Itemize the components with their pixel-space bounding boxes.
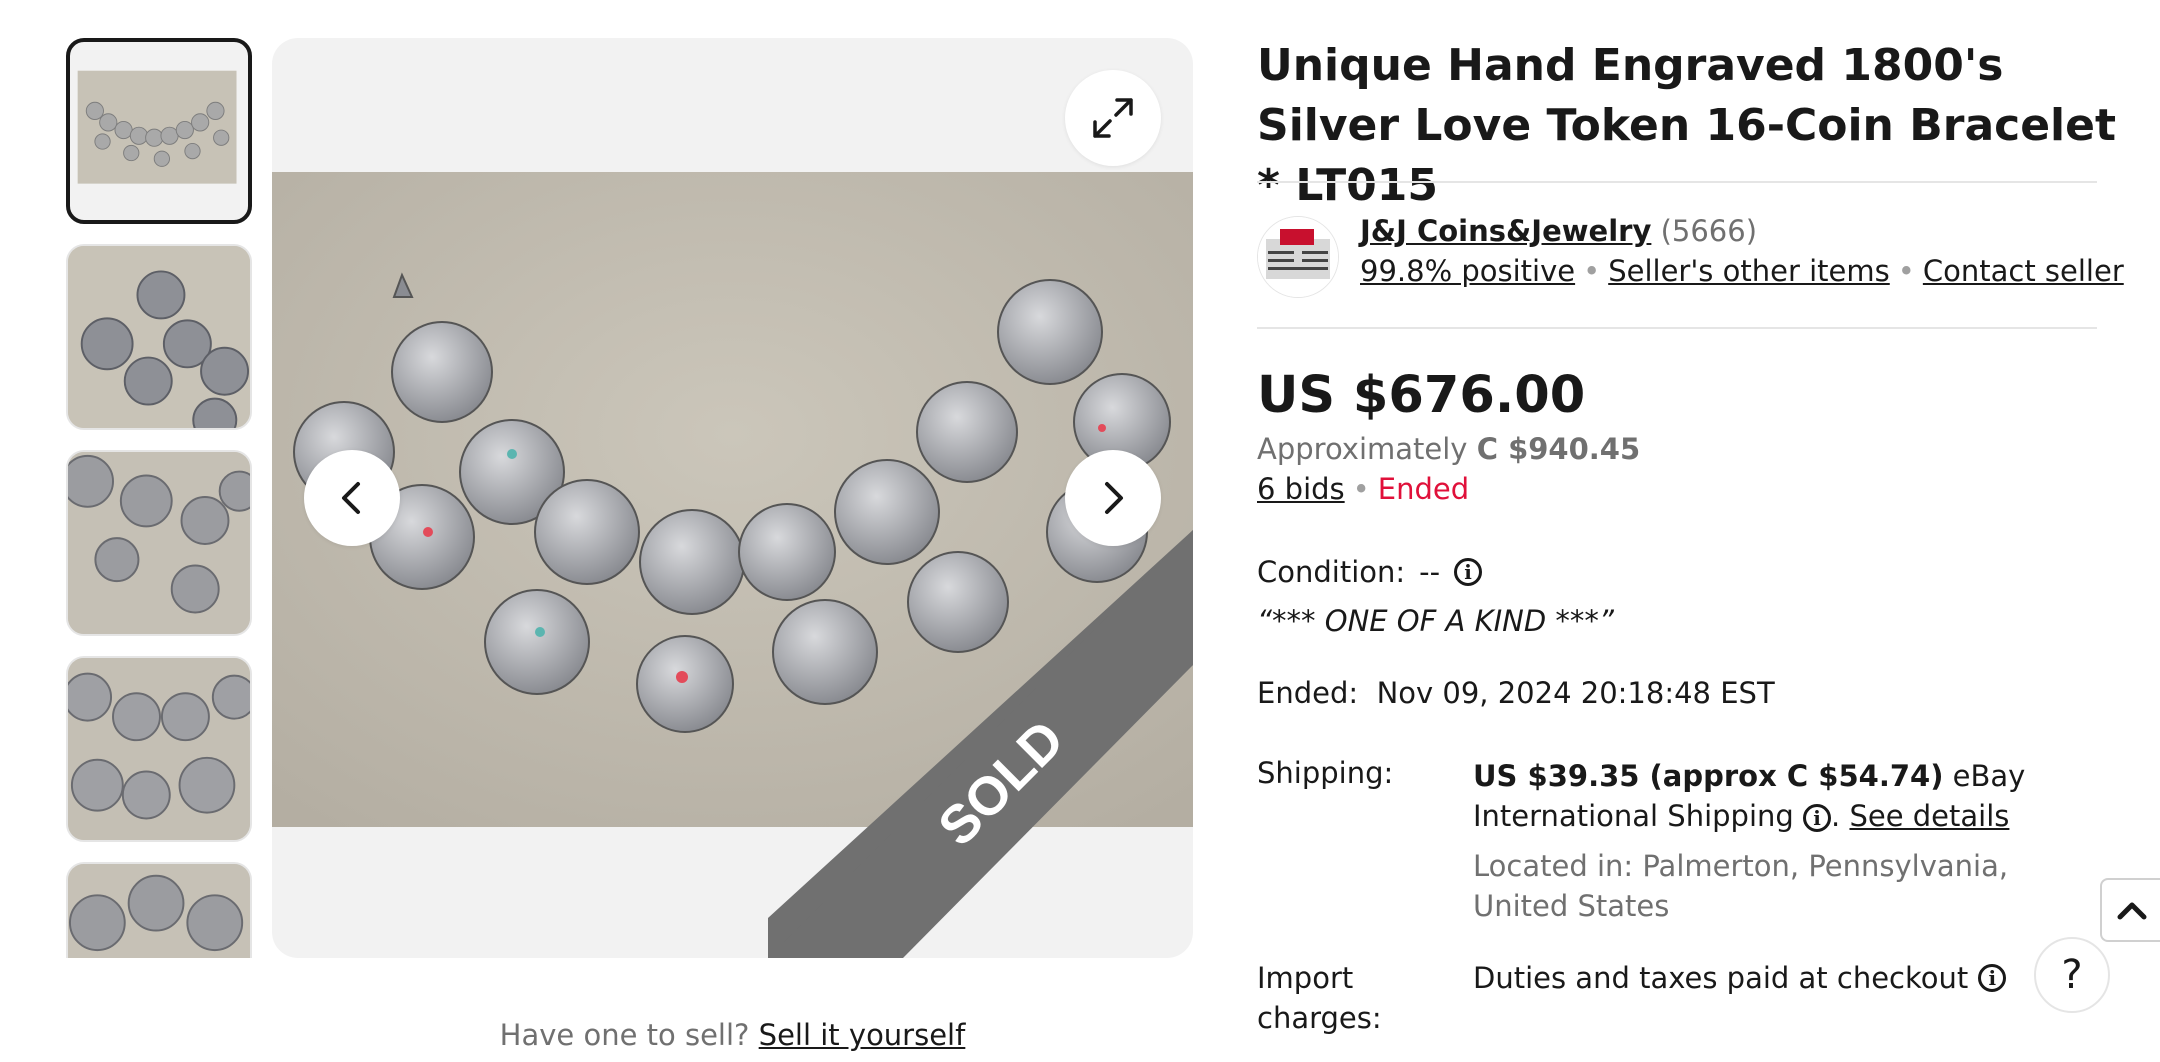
info-icon[interactable]: i xyxy=(1978,964,2007,992)
help-icon: ? xyxy=(2061,952,2083,998)
expand-button[interactable] xyxy=(1065,70,1161,166)
seller-name-link[interactable]: J&J Coins&Jewelry xyxy=(1360,214,1651,248)
seller-links-row: 99.8% positive • Seller's other items • Cont… xyxy=(1360,254,2124,288)
shipping-value: US $39.35 (approx C $54.74) eBay Interna… xyxy=(1473,759,2026,833)
separator-dot: • xyxy=(1352,472,1370,506)
import-charges-label-text: Import charges: xyxy=(1257,961,1382,1035)
divider xyxy=(1257,327,2097,329)
import-charges-text: Duties and taxes paid at checkout xyxy=(1473,961,1969,995)
main-product-image xyxy=(272,172,1193,827)
auction-status: Ended xyxy=(1377,472,1470,506)
shipping-price: US $39.35 (approx C $54.74) xyxy=(1473,759,1944,793)
condition-label: Condition: xyxy=(1257,555,1406,589)
approx-value: C $940.45 xyxy=(1476,432,1641,466)
sell-prompt-text: Have one to sell? xyxy=(499,1018,750,1052)
info-icon[interactable]: i xyxy=(1454,558,1483,586)
thumbnail-3[interactable] xyxy=(66,450,252,636)
condition-value: -- xyxy=(1419,555,1441,589)
chevron-left-icon xyxy=(342,482,360,514)
import-charges-label: Import charges: xyxy=(1257,958,1397,1038)
thumbnail-5[interactable] xyxy=(66,862,252,958)
price-main: US $676.00 xyxy=(1257,366,1586,425)
divider xyxy=(1257,181,2097,183)
seller-positive-link[interactable]: 99.8% positive xyxy=(1360,254,1575,288)
condition-row: Condition: -- i xyxy=(1257,555,1483,589)
price-approx: Approximately C $940.45 xyxy=(1257,432,1640,466)
bids-link[interactable]: 6 bids xyxy=(1257,472,1345,506)
ended-value: Nov 09, 2024 20:18:48 EST xyxy=(1376,676,1775,710)
sell-it-yourself-link[interactable]: Sell it yourself xyxy=(759,1018,966,1052)
seller-feedback-count: (5666) xyxy=(1660,214,1758,248)
contact-seller-link[interactable]: Contact seller xyxy=(1923,254,2124,288)
thumbnail-4[interactable] xyxy=(66,656,252,842)
help-button[interactable]: ? xyxy=(2034,937,2110,1013)
thumbnail-2[interactable] xyxy=(66,244,252,430)
see-details-link[interactable]: See details xyxy=(1849,799,2009,833)
expand-icon xyxy=(1093,98,1133,138)
ended-label: Ended: xyxy=(1257,676,1359,710)
item-location: Located in: Palmerton, Pennsylvania, Uni… xyxy=(1473,849,2009,923)
thumbnail-strip xyxy=(64,38,256,958)
seller-other-items-link[interactable]: Seller's other items xyxy=(1608,254,1890,288)
next-image-button[interactable] xyxy=(1065,450,1161,546)
separator-dot: • xyxy=(1583,254,1601,288)
seller-name-row: J&J Coins&Jewelry (5666) xyxy=(1360,214,1757,248)
approx-label: Approximately xyxy=(1257,432,1468,466)
chevron-up-icon xyxy=(2117,902,2147,920)
sell-prompt: Have one to sell? Sell it yourself xyxy=(272,1018,1193,1052)
previous-image-button[interactable] xyxy=(304,450,400,546)
thumbnail-1[interactable] xyxy=(66,38,252,224)
main-image-viewer[interactable]: SOLD xyxy=(272,38,1193,958)
listing-title: Unique Hand Engraved 1800's Silver Love … xyxy=(1257,40,2117,211)
separator-dot: • xyxy=(1897,254,1915,288)
import-charges-value: Duties and taxes paid at checkout i xyxy=(1473,958,2007,998)
info-icon[interactable]: i xyxy=(1803,804,1832,832)
back-to-top-button[interactable] xyxy=(2100,878,2160,942)
seller-avatar[interactable] xyxy=(1257,216,1339,298)
condition-note: “*** ONE OF A KIND ***” xyxy=(1257,604,1614,638)
shipping-label: Shipping: xyxy=(1257,756,1394,790)
bids-row: 6 bids • Ended xyxy=(1257,472,1469,506)
ended-row: Ended: Nov 09, 2024 20:18:48 EST xyxy=(1257,676,1775,710)
chevron-right-icon xyxy=(1105,482,1123,514)
